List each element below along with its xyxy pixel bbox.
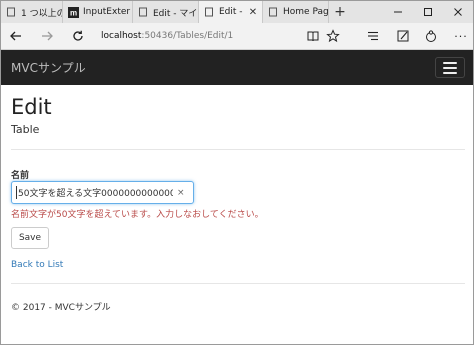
share-icon[interactable] [421, 26, 441, 46]
url-host: localhost [101, 31, 142, 41]
tab-2[interactable]: m InputExter [63, 1, 133, 23]
app-navbar: MVCサンプル [1, 50, 473, 85]
web-note-icon[interactable] [393, 26, 413, 46]
save-button[interactable]: Save [11, 227, 49, 249]
hamburger-menu-icon[interactable] [435, 57, 465, 78]
minimize-icon[interactable] [383, 1, 413, 23]
close-tab-icon[interactable]: ✕ [247, 7, 259, 18]
clear-input-icon[interactable]: × [177, 188, 185, 198]
tab-3[interactable]: Edit - マイ [133, 1, 199, 23]
tab-label: Edit - マイ [153, 8, 198, 19]
reading-view-icon[interactable] [303, 26, 323, 46]
tab-strip: 1 つ以上の m InputExter Edit - マイ Edit - ✕ H… [1, 1, 473, 23]
validation-error-message: 名前文字が50文字を超えています。入力しなおしてください。 [11, 210, 264, 220]
name-input[interactable]: 50文字を超える文字00000000000000000000 × [11, 181, 194, 204]
name-input-value: 50文字を超える文字00000000000000000000 [18, 189, 173, 199]
maximize-icon[interactable] [413, 1, 443, 23]
tab-label: Edit - [219, 7, 243, 17]
navigation-bar: localhost:50436/Tables/Edit/1 ··· [1, 23, 473, 50]
app-brand-link[interactable]: MVCサンプル [11, 59, 86, 76]
divider [11, 149, 465, 150]
footer-text: © 2017 - MVCサンプル [11, 303, 111, 313]
window-close-icon[interactable] [443, 1, 473, 23]
divider [11, 283, 465, 284]
back-arrow-icon[interactable] [6, 26, 26, 46]
page-icon [203, 6, 215, 18]
address-bar[interactable]: localhost:50436/Tables/Edit/1 [101, 27, 321, 45]
tab-5[interactable]: Home Pag [263, 1, 329, 23]
page-icon [137, 6, 149, 18]
text-caret [16, 186, 17, 199]
new-tab-button[interactable]: + [331, 1, 349, 23]
hub-icon[interactable] [363, 26, 383, 46]
tab-label: 1 つ以上の [21, 8, 62, 19]
svg-text:m: m [69, 8, 76, 17]
page-icon [5, 6, 17, 18]
tab-4-active[interactable]: Edit - ✕ [199, 1, 263, 23]
m-logo-icon: m [67, 6, 79, 18]
more-icon[interactable]: ··· [451, 26, 471, 46]
refresh-icon[interactable] [68, 26, 88, 46]
tab-1[interactable]: 1 つ以上の [1, 1, 63, 23]
name-field-label: 名前 [11, 171, 30, 181]
page-title: Edit [11, 95, 52, 119]
tab-label: InputExter [83, 7, 131, 17]
forward-arrow-icon[interactable] [37, 26, 57, 46]
back-to-list-link[interactable]: Back to List [11, 260, 63, 270]
url-path: :50436/Tables/Edit/1 [141, 31, 234, 41]
browser-window: 1 つ以上の m InputExter Edit - マイ Edit - ✕ H… [0, 0, 474, 345]
favorite-star-icon[interactable] [323, 26, 343, 46]
tab-label: Home Pag [283, 7, 328, 17]
page-subtitle: Table [11, 123, 40, 136]
page-icon [267, 6, 279, 18]
